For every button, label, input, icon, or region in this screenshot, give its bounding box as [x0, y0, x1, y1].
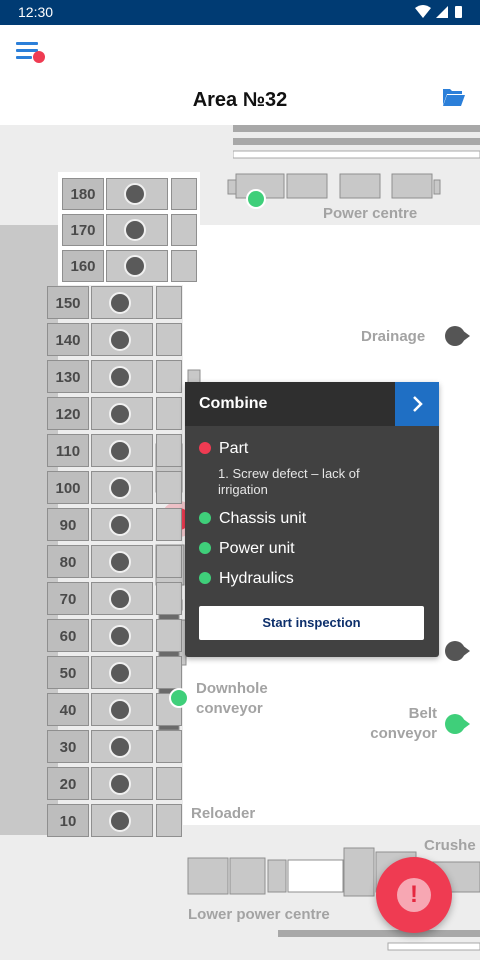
- slot-number: 40: [47, 693, 89, 726]
- slot-number: 90: [47, 508, 89, 541]
- slot-status-dot[interactable]: [109, 735, 131, 758]
- slot-status-dot[interactable]: [109, 587, 131, 610]
- slot-side-cell: [156, 545, 182, 578]
- signal-icon: [436, 6, 448, 18]
- folder-open-icon: [443, 89, 465, 106]
- slot-number: 150: [47, 286, 89, 319]
- label-drainage: Drainage: [361, 328, 426, 345]
- slot-side-cell: [171, 250, 197, 282]
- start-inspection-button[interactable]: Start inspection: [199, 606, 424, 640]
- slot-number: 120: [47, 397, 89, 430]
- label-power-centre: Power centre: [323, 205, 418, 222]
- label-lower-power-centre: Lower power centre: [188, 906, 330, 923]
- wifi-icon: [415, 5, 431, 18]
- slot-status-dot[interactable]: [109, 772, 131, 795]
- slot-side-cell: [156, 767, 182, 800]
- slot-status-dot[interactable]: [109, 513, 131, 536]
- slot-number: 130: [47, 360, 89, 393]
- menu-icon: [16, 42, 45, 63]
- battery-icon: [455, 6, 462, 18]
- slot-side-cell: [156, 804, 182, 837]
- slot-status-dot[interactable]: [109, 365, 131, 388]
- label-reloader: Reloader: [191, 805, 256, 822]
- slot-status-dot[interactable]: [109, 661, 131, 684]
- slot-number: 160: [62, 250, 104, 282]
- slot-status-dot[interactable]: [109, 439, 131, 462]
- label-crusher: Crushe: [424, 837, 476, 854]
- label-belt-conveyor: Belt conveyor: [370, 705, 437, 742]
- status-dot-ok: [199, 572, 211, 584]
- notification-dot: [33, 51, 45, 63]
- slot-side-cell: [171, 178, 197, 210]
- slot-number: 170: [62, 214, 104, 246]
- power-centre-node[interactable]: [246, 189, 266, 209]
- slot-side-cell: [156, 286, 182, 319]
- slot-status-dot[interactable]: [109, 809, 131, 832]
- status-dot-ok: [199, 512, 211, 524]
- slot-side-cell: [156, 582, 182, 615]
- slot-number: 70: [47, 582, 89, 615]
- folder-button[interactable]: [442, 87, 466, 112]
- slot-status-dot[interactable]: [109, 476, 131, 499]
- menu-button[interactable]: [14, 39, 48, 67]
- status-icons: [414, 4, 466, 25]
- label-downhole-conveyor: Downhole conveyor: [196, 680, 268, 717]
- slot-side-cell: [156, 656, 182, 689]
- slot-number: 80: [47, 545, 89, 578]
- popup-title: Combine: [199, 395, 268, 412]
- slot-number: 50: [47, 656, 89, 689]
- slot-status-dot[interactable]: [124, 219, 146, 241]
- status-time: 12:30: [18, 4, 54, 20]
- popup-item-hydraulics[interactable]: Hydraulics: [199, 570, 294, 588]
- combine-popup: Combine Part 1. Screw defect – lack of i…: [185, 382, 439, 657]
- slot-side-cell: [156, 323, 182, 356]
- downhole-conveyor-node[interactable]: [169, 688, 189, 708]
- slot-side-cell: [156, 508, 182, 541]
- slot-number: 180: [62, 178, 104, 210]
- slot-number: 100: [47, 471, 89, 504]
- slot-status-dot[interactable]: [124, 255, 146, 277]
- slot-number: 110: [47, 434, 89, 467]
- slot-number: 30: [47, 730, 89, 763]
- part-defect-detail: 1. Screw defect – lack of irrigation: [218, 466, 360, 497]
- popup-header: Combine: [185, 382, 439, 426]
- popup-item-chassis[interactable]: Chassis unit: [199, 510, 306, 528]
- slot-number: 60: [47, 619, 89, 652]
- alert-fab[interactable]: !: [376, 857, 452, 933]
- popup-item-part[interactable]: Part: [199, 440, 248, 458]
- slot-status-dot[interactable]: [109, 550, 131, 573]
- status-dot-fault: [199, 442, 211, 454]
- slot-status-dot[interactable]: [124, 183, 146, 205]
- status-bar: 12:30: [0, 0, 480, 25]
- slot-side-cell: [171, 214, 197, 246]
- slot-number: 20: [47, 767, 89, 800]
- chevron-right-icon: [413, 396, 423, 412]
- alert-icon: !: [397, 878, 431, 912]
- popup-item-power[interactable]: Power unit: [199, 540, 295, 558]
- popup-open-button[interactable]: [395, 382, 439, 426]
- page-title: Area №32: [192, 89, 288, 111]
- slot-side-cell: [156, 434, 182, 467]
- app-bar: Area №32: [0, 25, 480, 125]
- slot-status-dot[interactable]: [109, 291, 131, 314]
- slot-status-dot[interactable]: [109, 698, 131, 721]
- slot-number: 10: [47, 804, 89, 837]
- slot-side-cell: [156, 619, 182, 652]
- slot-status-dot[interactable]: [109, 402, 131, 425]
- slot-status-dot[interactable]: [109, 624, 131, 647]
- status-dot-ok: [199, 542, 211, 554]
- slot-side-cell: [156, 397, 182, 430]
- slot-side-cell: [156, 471, 182, 504]
- slot-side-cell: [156, 360, 182, 393]
- slot-number: 140: [47, 323, 89, 356]
- slot-status-dot[interactable]: [109, 328, 131, 351]
- slot-side-cell: [156, 730, 182, 763]
